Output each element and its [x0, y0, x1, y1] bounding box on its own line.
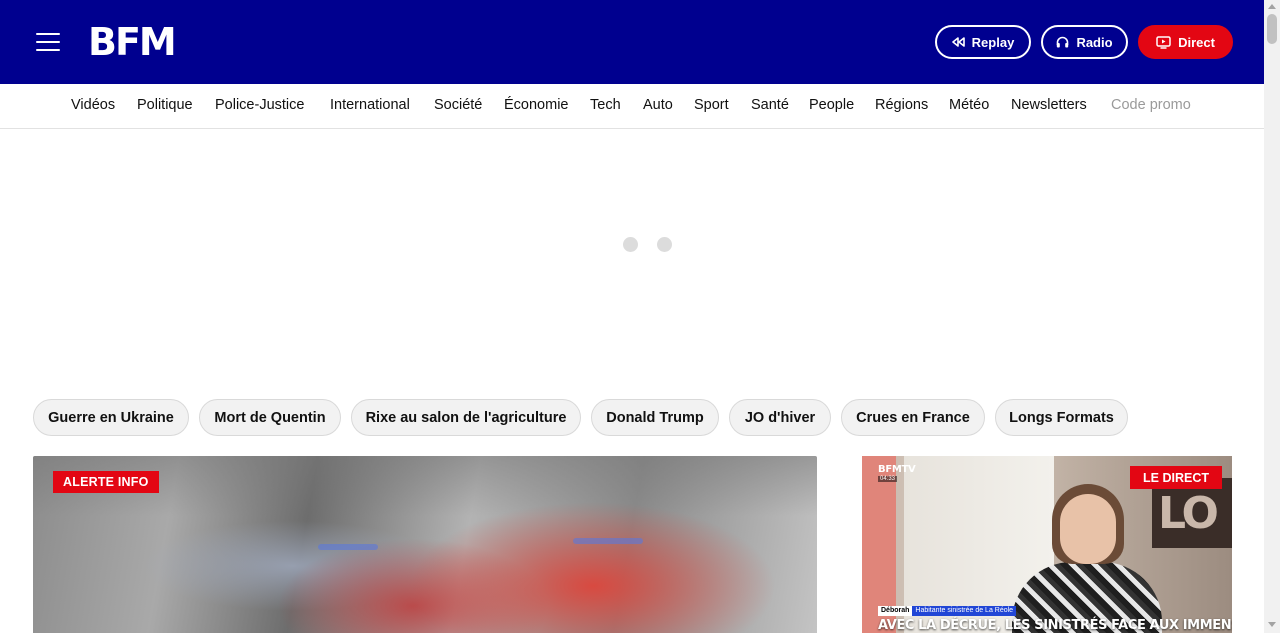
live-badge: LE DIRECT — [1130, 466, 1222, 489]
site-header: BFM Replay Radio Direct — [0, 0, 1264, 84]
nav-item-newsletters[interactable]: Newsletters — [1011, 97, 1087, 113]
video-subject — [1012, 484, 1162, 633]
main-article-image[interactable]: ALERTE INFO — [33, 456, 817, 633]
nav-item-auto[interactable]: Auto — [643, 97, 673, 113]
nav-item-meteo[interactable]: Météo — [949, 97, 989, 113]
scroll-up-arrow[interactable] — [1268, 4, 1276, 9]
nav-item-societe[interactable]: Société — [434, 97, 482, 113]
nav-item-people[interactable]: People — [809, 97, 854, 113]
nav-item-tech[interactable]: Tech — [590, 97, 621, 113]
nav-item-videos[interactable]: Vidéos — [71, 97, 115, 113]
headphones-icon — [1057, 36, 1069, 48]
direct-label: Direct — [1178, 34, 1215, 50]
site-logo[interactable]: BFM — [88, 23, 177, 61]
radio-label: Radio — [1076, 34, 1113, 50]
nav-item-sport[interactable]: Sport — [694, 97, 729, 113]
image-light-streak — [318, 544, 378, 550]
main-nav: Vidéos Politique Police-Justice Internat… — [0, 84, 1264, 129]
nav-item-economie[interactable]: Économie — [504, 97, 568, 113]
lower-third-headline: AVEC LA DÉCRUE, LES SINISTRÉS FACE AUX I… — [878, 618, 1232, 633]
radio-button[interactable]: Radio — [1041, 25, 1128, 59]
nav-item-politique[interactable]: Politique — [137, 97, 193, 113]
tag-crues-en-france[interactable]: Crues en France — [841, 399, 985, 436]
tag-rixe-salon-agriculture[interactable]: Rixe au salon de l'agriculture — [351, 399, 581, 436]
replay-button[interactable]: Replay — [935, 25, 1031, 59]
tag-longs-formats[interactable]: Longs Formats — [995, 399, 1128, 436]
nav-item-international[interactable]: International — [330, 97, 410, 113]
menu-icon[interactable] — [36, 33, 60, 51]
replay-label: Replay — [971, 34, 1015, 50]
tag-guerre-en-ukraine[interactable]: Guerre en Ukraine — [33, 399, 189, 436]
bfmtv-channel-logo: BFMTV — [878, 464, 916, 475]
direct-button[interactable]: Direct — [1138, 25, 1233, 59]
scroll-down-arrow[interactable] — [1268, 622, 1276, 627]
person-name: Déborah — [878, 606, 913, 616]
image-light-streak — [573, 538, 643, 544]
replay-icon — [951, 37, 965, 47]
ad-loading-dot — [623, 237, 638, 252]
tag-donald-trump[interactable]: Donald Trump — [591, 399, 719, 436]
nav-item-police-justice[interactable]: Police-Justice — [215, 97, 304, 113]
broadcast-time: 04:33 — [878, 476, 898, 482]
scroll-thumb[interactable] — [1267, 14, 1277, 44]
nav-item-code-promo[interactable]: Code promo — [1111, 97, 1191, 113]
nav-item-sante[interactable]: Santé — [751, 97, 789, 113]
ad-loading-dot — [657, 237, 672, 252]
live-video-player[interactable]: LO BFMTV 04:33 LE DIRECT Déborah Habitan… — [862, 456, 1232, 633]
page-scrollbar[interactable] — [1264, 0, 1280, 633]
nav-item-regions[interactable]: Régions — [875, 97, 928, 113]
tag-mort-de-quentin[interactable]: Mort de Quentin — [199, 399, 341, 436]
alert-info-badge: ALERTE INFO — [53, 471, 159, 493]
tag-jo-d-hiver[interactable]: JO d'hiver — [729, 399, 831, 436]
tv-play-icon — [1156, 35, 1171, 49]
lower-third-name: Déborah Habitante sinistrée de La Réole — [878, 606, 1017, 616]
person-role: Habitante sinistrée de La Réole — [912, 606, 1017, 616]
